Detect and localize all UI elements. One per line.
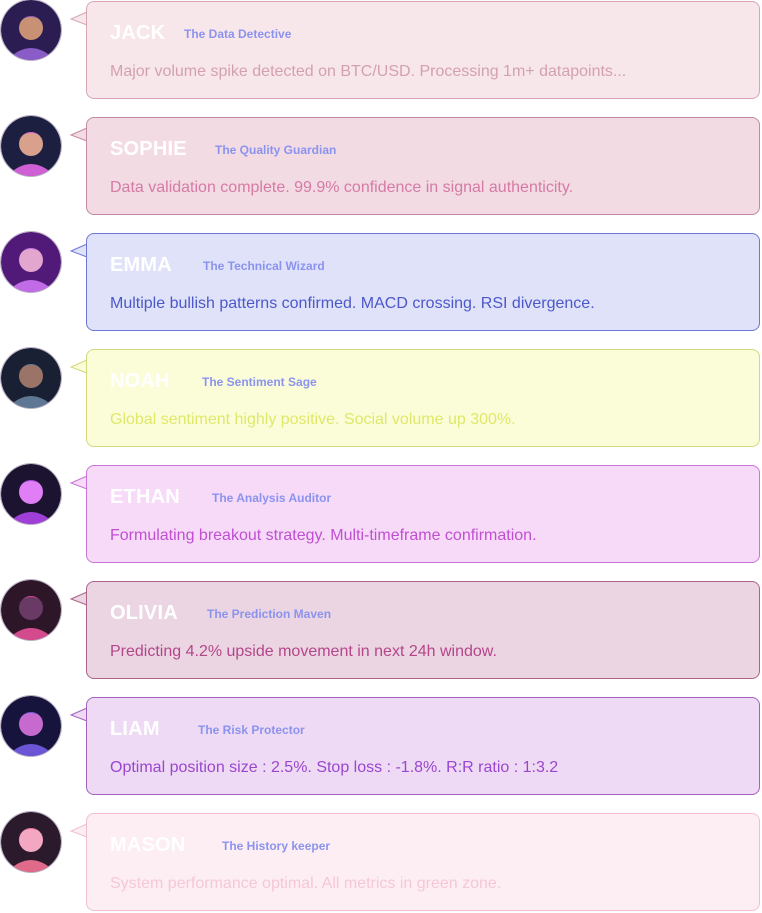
agent-message-row: NOAH The Sentiment Sage Global sentiment… xyxy=(0,348,762,448)
agent-name: JACK xyxy=(110,22,166,44)
speech-bubble: JACK The Data Detective Major volume spi… xyxy=(86,1,760,99)
avatar[interactable] xyxy=(1,232,61,292)
agent-message: Predicting 4.2% upside movement in next … xyxy=(110,643,497,660)
speech-bubble: LIAM The Risk Protector Optimal position… xyxy=(86,697,760,795)
avatar-portrait-icon xyxy=(1,0,61,60)
agent-message: Multiple bullish patterns confirmed. MAC… xyxy=(110,295,595,312)
avatar-portrait-icon xyxy=(1,116,61,176)
agent-name: LIAM xyxy=(110,718,160,740)
avatar-portrait-icon xyxy=(1,696,61,756)
avatar[interactable] xyxy=(1,696,61,756)
avatar[interactable] xyxy=(1,812,61,872)
agent-name: EMMA xyxy=(110,254,172,276)
speech-bubble: ETHAN The Analysis Auditor Formulating b… xyxy=(86,465,760,563)
agent-role: The Technical Wizard xyxy=(203,259,325,273)
agent-message-row: MASON The History keeper System performa… xyxy=(0,812,762,912)
speech-bubble: MASON The History keeper System performa… xyxy=(86,813,760,911)
agent-role: The Analysis Auditor xyxy=(212,491,332,505)
avatar-portrait-icon xyxy=(1,580,61,640)
avatar[interactable] xyxy=(1,348,61,408)
avatar[interactable] xyxy=(1,116,61,176)
agent-message-feed: JACK The Data Detective Major volume spi… xyxy=(0,0,762,913)
agent-message-row: OLIVIA The Prediction Maven Predicting 4… xyxy=(0,580,762,680)
agent-name: NOAH xyxy=(110,370,170,392)
agent-message: Optimal position size : 2.5%. Stop loss … xyxy=(110,759,559,776)
agent-message: Global sentiment highly positive. Social… xyxy=(110,411,516,428)
agent-message: Formulating breakout strategy. Multi-tim… xyxy=(110,527,537,544)
avatar-portrait-icon xyxy=(1,232,61,292)
agent-role: The Data Detective xyxy=(184,27,292,41)
agent-message-row: EMMA The Technical Wizard Multiple bulli… xyxy=(0,232,762,332)
speech-bubble: SOPHIE The Quality Guardian Data validat… xyxy=(86,117,760,215)
agent-message-row: JACK The Data Detective Major volume spi… xyxy=(0,0,762,100)
agent-role: The History keeper xyxy=(222,839,331,853)
agent-name: SOPHIE xyxy=(110,138,187,160)
agent-role: The Sentiment Sage xyxy=(202,375,317,389)
speech-bubble: NOAH The Sentiment Sage Global sentiment… xyxy=(86,349,760,447)
speech-bubble: EMMA The Technical Wizard Multiple bulli… xyxy=(86,233,760,331)
avatar-portrait-icon xyxy=(1,348,61,408)
avatar-portrait-icon xyxy=(1,812,61,872)
agent-message: Data validation complete. 99.9% confiden… xyxy=(110,179,574,196)
avatar-portrait-icon xyxy=(1,464,61,524)
agent-message-row: LIAM The Risk Protector Optimal position… xyxy=(0,696,762,796)
agent-name: MASON xyxy=(110,834,186,856)
avatar[interactable] xyxy=(1,0,61,60)
agent-message-row: ETHAN The Analysis Auditor Formulating b… xyxy=(0,464,762,564)
speech-bubble: OLIVIA The Prediction Maven Predicting 4… xyxy=(86,581,760,679)
avatar[interactable] xyxy=(1,464,61,524)
agent-message: System performance optimal. All metrics … xyxy=(110,875,502,892)
agent-message: Major volume spike detected on BTC/USD. … xyxy=(110,63,627,80)
agent-name: OLIVIA xyxy=(110,602,178,624)
agent-message-row: SOPHIE The Quality Guardian Data validat… xyxy=(0,116,762,216)
avatar[interactable] xyxy=(1,580,61,640)
agent-role: The Risk Protector xyxy=(198,723,305,737)
agent-role: The Prediction Maven xyxy=(207,607,332,621)
agent-name: ETHAN xyxy=(110,486,180,508)
agent-role: The Quality Guardian xyxy=(215,143,337,157)
